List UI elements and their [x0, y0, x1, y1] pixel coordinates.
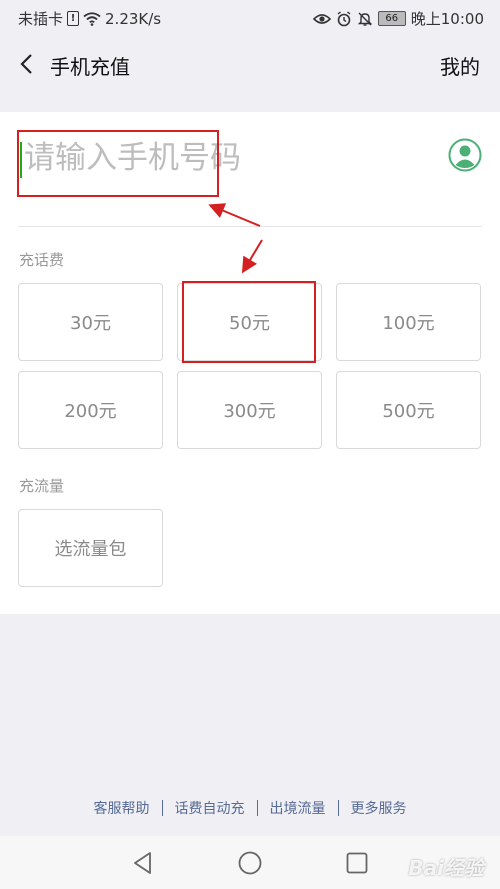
recharge-option-100[interactable]: 100元 — [336, 283, 481, 361]
contact-picker-button[interactable] — [448, 138, 482, 172]
back-button[interactable] — [12, 50, 40, 78]
page-title: 手机充值 — [50, 55, 130, 79]
recharge-option-200[interactable]: 200元 — [18, 371, 163, 449]
clock-text: 晚上10:00 — [410, 10, 484, 28]
title-bar: 手机充值 我的 — [0, 36, 500, 94]
text-cursor — [20, 142, 22, 178]
alarm-icon — [337, 10, 351, 26]
contact-person-icon — [448, 138, 482, 172]
triangle-back-icon — [134, 852, 151, 874]
network-speed: 2.23K/s — [105, 9, 162, 28]
sim-warning-icon: ! — [67, 11, 80, 26]
status-left: 未插卡 ! 2.23K/s — [18, 8, 161, 29]
nav-back-button[interactable] — [130, 850, 156, 876]
select-data-pack-button[interactable]: 选流量包 — [18, 509, 163, 587]
bell-off-icon — [357, 12, 372, 26]
nav-recent-button[interactable] — [344, 850, 370, 876]
system-nav-bar: Bai经验 — [0, 836, 500, 889]
nav-home-button[interactable] — [237, 850, 263, 876]
recharge-option-50[interactable]: 50元 — [177, 283, 322, 361]
recharge-card: 充话费 30元 50元 100元 200元 300元 500元 充流量 选流量包 — [0, 112, 500, 614]
circle-home-icon — [238, 851, 262, 875]
recharge-option-300[interactable]: 300元 — [177, 371, 322, 449]
recharge-options-grid: 30元 50元 100元 200元 300元 500元 — [18, 283, 482, 449]
footer-link-more-services[interactable]: 更多服务 — [339, 798, 419, 818]
status-bar: 未插卡 ! 2.23K/s 66 晚上10:00 — [0, 0, 500, 36]
recharge-option-500[interactable]: 500元 — [336, 371, 481, 449]
mine-link[interactable]: 我的 — [440, 51, 480, 80]
footer-link-roaming-data[interactable]: 出境流量 — [258, 798, 338, 818]
phone-number-input[interactable] — [24, 130, 404, 186]
footer-link-help[interactable]: 客服帮助 — [82, 798, 162, 818]
data-plan-section-label: 充流量 — [19, 477, 65, 495]
watermark-logo: Bai经验 — [408, 856, 484, 880]
eye-icon — [312, 13, 331, 24]
wifi-icon — [83, 11, 101, 26]
footer-link-auto-recharge[interactable]: 话费自动充 — [163, 798, 257, 818]
footer-links: 客服帮助 话费自动充 出境流量 更多服务 — [0, 798, 500, 818]
battery-indicator: 66 — [377, 11, 406, 26]
phone-input-row — [18, 112, 482, 227]
status-right: 66 晚上10:00 — [312, 8, 484, 29]
carrier-text: 未插卡 — [18, 10, 64, 28]
square-recent-icon — [346, 852, 368, 874]
recharge-option-30[interactable]: 30元 — [18, 283, 163, 361]
back-chevron-icon — [20, 54, 32, 74]
data-plan-grid: 选流量包 — [18, 509, 482, 587]
recharge-section-label: 充话费 — [19, 251, 65, 269]
